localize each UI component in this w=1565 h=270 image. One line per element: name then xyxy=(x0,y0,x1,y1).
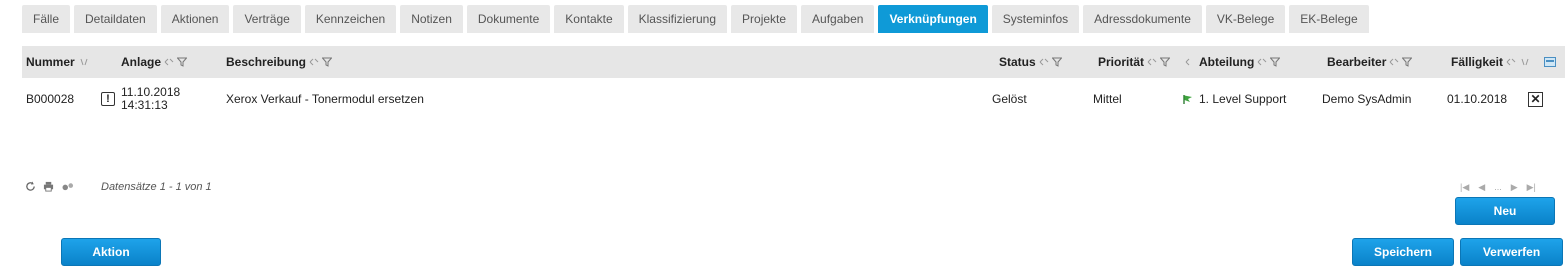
save-button[interactable]: Speichern xyxy=(1352,238,1454,266)
sort-icon[interactable] xyxy=(164,57,174,67)
filter-icon[interactable] xyxy=(1270,57,1281,67)
tab-systeminfos[interactable]: Systeminfos xyxy=(991,5,1080,33)
tab-vk-belege[interactable]: VK-Belege xyxy=(1205,5,1286,33)
column-header-beschreibung[interactable]: Beschreibung xyxy=(226,46,333,78)
tab-kennzeichen[interactable]: Kennzeichen xyxy=(304,5,397,33)
column-label: Beschreibung xyxy=(226,55,307,69)
column-header-abteilung[interactable]: Abteilung xyxy=(1185,46,1281,78)
reminder-icon[interactable]: ! xyxy=(101,80,115,118)
tab-projekte[interactable]: Projekte xyxy=(731,5,798,33)
refresh-icon[interactable] xyxy=(25,181,36,192)
filter-icon[interactable] xyxy=(1402,57,1413,67)
new-button[interactable]: Neu xyxy=(1455,197,1555,225)
sort-icon[interactable] xyxy=(1185,57,1195,67)
column-header-prioritaet[interactable]: Priorität xyxy=(1098,46,1171,78)
next-page-icon[interactable]: ▶ xyxy=(1511,182,1518,193)
column-label: Nummer xyxy=(26,55,75,69)
column-header-bearbeiter[interactable]: Bearbeiter xyxy=(1327,46,1413,78)
abteilung-label: 1. Level Support xyxy=(1199,92,1287,106)
grid-footer-tools xyxy=(25,181,75,192)
filter-icon[interactable] xyxy=(1160,57,1171,67)
tab-notizen[interactable]: Notizen xyxy=(400,5,463,33)
cell-beschreibung[interactable]: Xerox Verkauf - Tonermodul ersetzen xyxy=(226,80,424,118)
close-icon: ✕ xyxy=(1528,91,1543,107)
sort-icon[interactable] xyxy=(1257,57,1267,67)
column-header-faelligkeit[interactable]: Fälligkeit xyxy=(1451,46,1530,78)
tab-verknuepfungen[interactable]: Verknüpfungen xyxy=(878,5,988,33)
grid-header: Nummer Anlage Beschreibung Status Priori… xyxy=(22,46,1565,78)
sort-icon[interactable] xyxy=(1520,57,1530,67)
tab-adressdokumente[interactable]: Adressdokumente xyxy=(1083,5,1202,33)
cell-status: Gelöst xyxy=(992,92,1027,106)
cell-anlage: 11.10.2018 14:31:13 xyxy=(121,80,180,118)
column-chooser-icon[interactable] xyxy=(1544,46,1556,78)
filter-icon[interactable] xyxy=(177,57,188,67)
record-count: Datensätze 1 - 1 von 1 xyxy=(101,181,212,193)
sort-icon[interactable] xyxy=(309,57,319,67)
last-page-icon[interactable]: ▶| xyxy=(1527,182,1536,193)
pager: |◀ ◀ ... ▶ ▶| xyxy=(1460,182,1536,193)
cell-faelligkeit: 01.10.2018 xyxy=(1447,92,1508,106)
sort-icon[interactable] xyxy=(1506,57,1516,67)
tab-vertraege[interactable]: Verträge xyxy=(233,5,301,33)
tab-faelle[interactable]: Fälle xyxy=(22,5,71,33)
column-label: Status xyxy=(999,55,1036,69)
sort-icon[interactable] xyxy=(1147,57,1157,67)
print-icon[interactable] xyxy=(43,181,54,192)
tab-dokumente[interactable]: Dokumente xyxy=(466,5,551,33)
anlage-time: 14:31:13 xyxy=(121,98,168,112)
column-header-status[interactable]: Status xyxy=(999,46,1062,78)
tab-kontakte[interactable]: Kontakte xyxy=(554,5,624,33)
settings-icon[interactable] xyxy=(61,181,75,192)
action-button[interactable]: Aktion xyxy=(61,238,161,266)
column-label: Bearbeiter xyxy=(1327,55,1387,69)
cell-abteilung: 1. Level Support xyxy=(1183,80,1286,118)
discard-button[interactable]: Verwerfen xyxy=(1460,238,1563,266)
filter-icon[interactable] xyxy=(322,57,333,67)
tab-klassifizierung[interactable]: Klassifizierung xyxy=(627,5,728,33)
sort-icon[interactable] xyxy=(1039,57,1049,67)
column-header-nummer[interactable]: Nummer xyxy=(26,46,90,78)
cell-nummer[interactable]: B000028 xyxy=(26,80,74,118)
tab-aufgaben[interactable]: Aufgaben xyxy=(801,5,875,33)
column-label: Abteilung xyxy=(1199,55,1255,69)
page-ellipsis: ... xyxy=(1494,182,1502,192)
column-label: Anlage xyxy=(121,55,162,69)
cell-bearbeiter: Demo SysAdmin xyxy=(1322,92,1412,106)
first-page-icon[interactable]: |◀ xyxy=(1460,182,1469,193)
column-label: Priorität xyxy=(1098,55,1145,69)
column-label: Fälligkeit xyxy=(1451,55,1504,69)
prev-page-icon[interactable]: ◀ xyxy=(1478,182,1485,193)
remove-link-button[interactable]: ✕ xyxy=(1528,80,1543,118)
tab-ek-belege[interactable]: EK-Belege xyxy=(1289,5,1369,33)
tab-detaildaten[interactable]: Detaildaten xyxy=(74,5,157,33)
tab-aktionen[interactable]: Aktionen xyxy=(160,5,230,33)
sort-icon[interactable] xyxy=(78,57,90,67)
table-row[interactable]: B000028 ! 11.10.2018 14:31:13 Xerox Verk… xyxy=(22,80,1565,118)
tab-bar: Fälle Detaildaten Aktionen Verträge Kenn… xyxy=(22,5,1369,33)
cell-prioritaet: Mittel xyxy=(1093,92,1122,106)
sort-icon[interactable] xyxy=(1389,57,1399,67)
flag-icon xyxy=(1183,94,1192,104)
column-header-anlage[interactable]: Anlage xyxy=(121,46,188,78)
filter-icon[interactable] xyxy=(1051,57,1062,67)
